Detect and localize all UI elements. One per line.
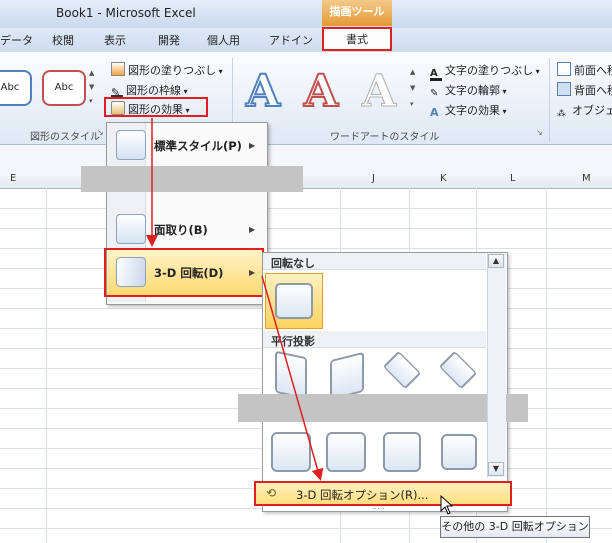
annotation-arrow-2 [261,275,324,481]
annotation-arrows [146,118,324,481]
